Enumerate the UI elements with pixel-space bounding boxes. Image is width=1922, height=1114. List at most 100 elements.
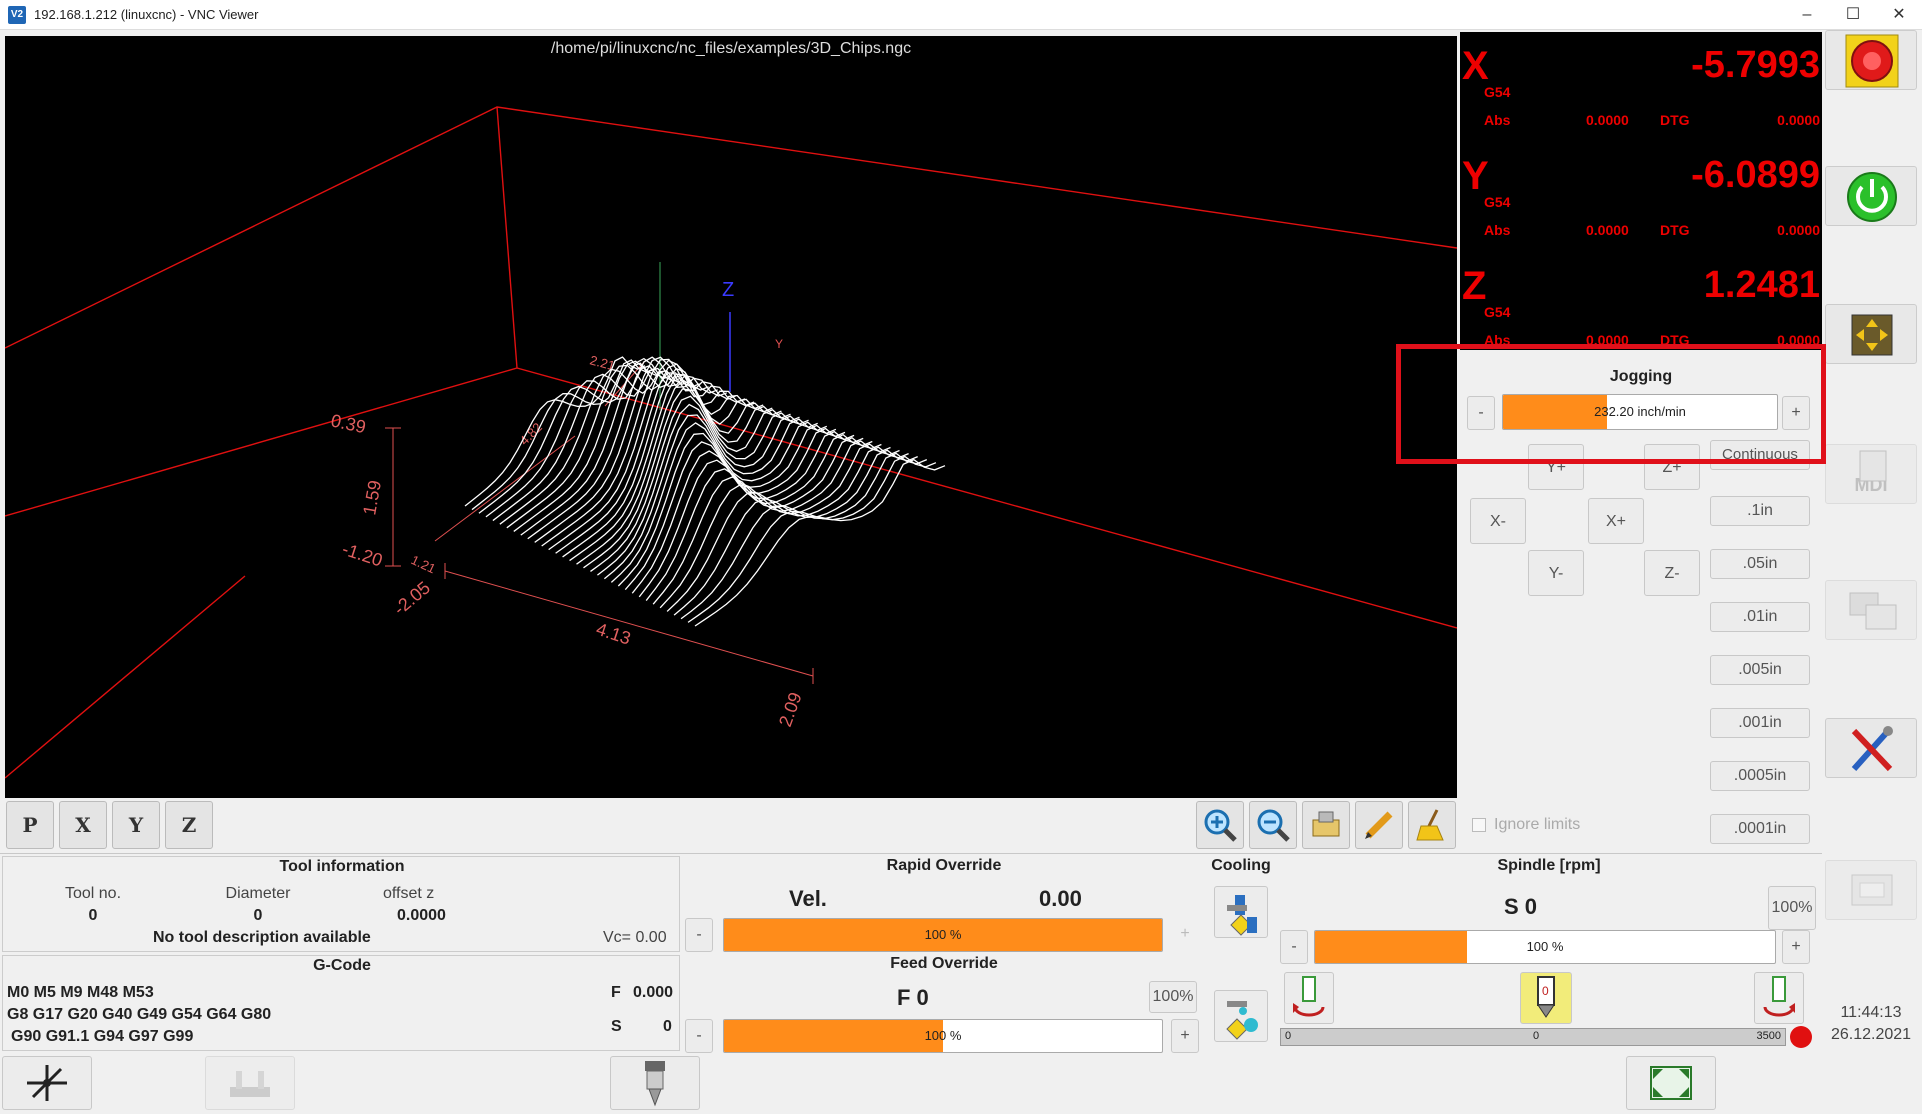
gcode-s-value: 0 <box>663 1018 672 1035</box>
toolpath-ridge <box>694 458 946 627</box>
dim-label-xneg: -2.05 <box>390 577 434 619</box>
jog-y-minus-button[interactable]: Y- <box>1528 550 1584 596</box>
highlight-box <box>1396 344 1826 464</box>
auto-mode-button[interactable] <box>1825 580 1917 640</box>
dro-x-dtg-label: DTG <box>1660 112 1690 128</box>
dro-y-value: -6.0899 <box>1691 154 1820 196</box>
dimensions-icon <box>1312 811 1340 837</box>
rapid-plus-button[interactable]: + <box>1171 918 1199 952</box>
view-perspective-button[interactable]: P <box>6 801 54 849</box>
jog-x-minus-button[interactable]: X- <box>1470 498 1526 544</box>
fullscreen-icon <box>1650 1066 1692 1100</box>
manual-mode-button[interactable] <box>1825 304 1917 364</box>
tool-description: No tool description available <box>153 929 371 946</box>
view-y-button[interactable]: Y <box>112 801 160 849</box>
minimize-button[interactable]: – <box>1784 0 1830 30</box>
zoom-in-button[interactable] <box>1196 801 1244 849</box>
bottom-divider <box>0 853 1822 854</box>
view-z-button[interactable]: Z <box>165 801 213 849</box>
machine-limits-box <box>5 106 1457 779</box>
jog-z-minus-button[interactable]: Z- <box>1644 550 1700 596</box>
machine-power-button[interactable] <box>1825 166 1917 226</box>
mist-coolant-button[interactable] <box>1214 990 1268 1042</box>
gcode-panel: G-Code M0 M5 M9 M48 M53 G8 G17 G20 G40 G… <box>2 955 680 1051</box>
increment-0-01-button[interactable]: .01in <box>1710 602 1810 632</box>
clear-plot-button[interactable] <box>1408 801 1456 849</box>
gcode-f-label: F <box>611 984 621 1001</box>
jog-mode-icon <box>1851 314 1893 356</box>
spindle-override-slider[interactable]: 100 % <box>1314 930 1776 964</box>
dro-tab-button[interactable] <box>2 1056 92 1110</box>
feed-value: F 0 <box>897 985 929 1010</box>
feed-reset-button[interactable]: 100% <box>1149 981 1197 1013</box>
increment-0-005-button[interactable]: .005in <box>1710 655 1810 685</box>
estop-button[interactable] <box>1825 30 1917 90</box>
fixtures-icon <box>230 1071 270 1097</box>
mdi-mode-button[interactable]: MDI <box>1825 444 1917 504</box>
zoom-out-icon <box>1257 809 1290 842</box>
spindle-minus-button[interactable]: - <box>1280 930 1308 964</box>
edit-button[interactable] <box>1355 801 1403 849</box>
cooling-panel: Cooling <box>1208 856 1274 1052</box>
power-icon <box>1847 172 1897 222</box>
tool-holder-icon <box>645 1061 665 1107</box>
rapid-override-panel: Rapid Override Vel. 0.00 - 100 % + <box>683 856 1205 952</box>
spindle-stop-button[interactable]: 0 <box>1520 972 1572 1024</box>
clock-time: 11:44:13 <box>1840 1004 1902 1021</box>
increment-0-0005-button[interactable]: .0005in <box>1710 761 1810 791</box>
dro-x-value: -5.7993 <box>1691 44 1820 86</box>
jog-x-plus-button[interactable]: X+ <box>1588 498 1644 544</box>
spindle-stop-icon: 0 <box>1537 976 1555 1018</box>
toolpath-ridge <box>680 452 928 620</box>
rapid-override-slider[interactable]: 100 % <box>723 918 1163 952</box>
diameter-value: 0 <box>253 907 263 924</box>
settings-button[interactable] <box>1825 718 1917 778</box>
increment-0-1-button[interactable]: .1in <box>1710 496 1810 526</box>
auto-program-icon <box>1849 592 1897 630</box>
y-axis-label: Y <box>775 337 783 351</box>
tools-icon <box>1851 726 1893 772</box>
rapid-vel-label: Vel. <box>789 886 827 911</box>
increment-0-0001-button[interactable]: .0001in <box>1710 814 1810 844</box>
spindle-cw-button[interactable] <box>1754 972 1804 1024</box>
rapid-minus-button[interactable]: - <box>685 918 713 952</box>
feed-plus-button[interactable]: + <box>1171 1019 1199 1053</box>
increment-0-001-button[interactable]: .001in <box>1710 708 1810 738</box>
fullscreen-button[interactable] <box>1626 1056 1716 1110</box>
spindle-plus-button[interactable]: + <box>1782 930 1810 964</box>
increment-0-05-button[interactable]: .05in <box>1710 549 1810 579</box>
feed-override-slider[interactable]: 100 % <box>723 1019 1163 1053</box>
dro-z-value: 1.2481 <box>1703 264 1820 306</box>
view-x-button[interactable]: X <box>59 801 107 849</box>
dim-label-height: 1.59 <box>359 479 385 517</box>
spindle-reset-button[interactable]: 100% <box>1768 886 1816 930</box>
cutting-speed: Vc= 0.00 <box>603 929 667 946</box>
tool-tab-button[interactable] <box>610 1056 700 1110</box>
maximize-button[interactable]: ☐ <box>1830 0 1876 30</box>
disabled-mode-button[interactable] <box>1825 860 1917 920</box>
spindle-cw-icon <box>1763 976 1795 1017</box>
spindle-speed: S 0 <box>1504 894 1538 919</box>
mist-coolant-icon <box>1226 1001 1258 1040</box>
toolpath-preview[interactable]: /home/pi/linuxcnc/nc_files/examples/3D_C… <box>5 36 1457 798</box>
toolpath-ridge <box>652 440 891 605</box>
window-icon <box>1851 874 1893 906</box>
dimensions-toggle-button[interactable] <box>1302 801 1350 849</box>
spindle-ccw-button[interactable] <box>1284 972 1334 1024</box>
tool-no-label: Tool no. <box>64 885 122 902</box>
ignore-limits-checkbox[interactable] <box>1472 818 1486 832</box>
fixtures-tab-button[interactable] <box>205 1056 295 1110</box>
dim-label-mid: 1.21 <box>409 552 438 576</box>
window-title: 192.168.1.212 (linuxcnc) - VNC Viewer <box>34 7 259 22</box>
spindle-panel: Spindle [rpm] S 0 100% - 100 % + 0 0 0 3… <box>1276 856 1822 1052</box>
offset-z-value: 0.0000 <box>397 907 446 924</box>
feed-minus-button[interactable]: - <box>685 1019 713 1053</box>
dim-label-depth: 2.09 <box>775 690 806 730</box>
spindle-stop-digit: 0 <box>1542 984 1549 998</box>
close-button[interactable]: ✕ <box>1876 0 1922 30</box>
feed-override-panel: Feed Override F 0 100% - 100 % + <box>683 955 1205 1053</box>
axes-icon <box>27 1065 67 1101</box>
gcode-line-1: M0 M5 M9 M48 M53 <box>7 984 154 1001</box>
zoom-out-button[interactable] <box>1249 801 1297 849</box>
flood-coolant-button[interactable] <box>1214 886 1268 938</box>
